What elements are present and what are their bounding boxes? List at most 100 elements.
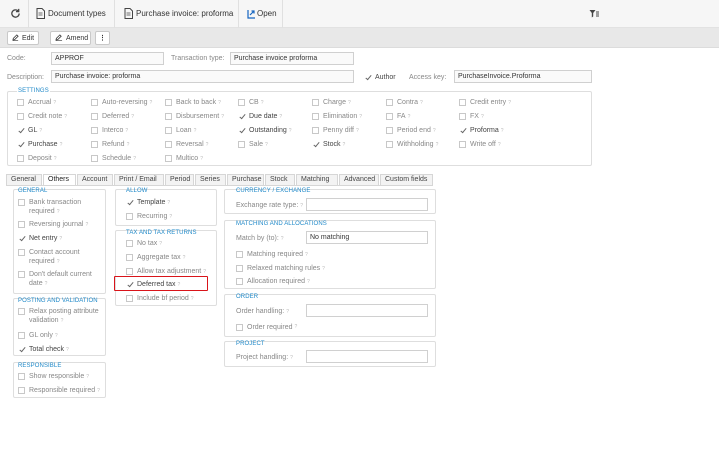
help-icon[interactable]: ?: [127, 142, 130, 148]
help-icon[interactable]: ?: [481, 114, 484, 120]
bank-transaction-required-checkbox[interactable]: Bank transaction required?: [18, 198, 104, 217]
help-icon[interactable]: ?: [150, 100, 153, 106]
match-by-select[interactable]: No matching: [306, 231, 428, 244]
gl-checkbox[interactable]: GL?: [17, 126, 42, 136]
cb-checkbox[interactable]: CB?: [238, 98, 264, 108]
responsible-required-checkbox[interactable]: Responsible required?: [18, 386, 104, 396]
schedule-checkbox[interactable]: Schedule?: [91, 154, 136, 164]
breadcrumb-document-types[interactable]: Document types: [48, 9, 106, 18]
help-icon[interactable]: ?: [59, 236, 62, 242]
help-icon[interactable]: ?: [408, 114, 411, 120]
contra-checkbox[interactable]: Contra?: [386, 98, 423, 108]
matching-required-checkbox[interactable]: Matching required?: [236, 250, 308, 260]
help-icon[interactable]: ?: [167, 200, 170, 206]
template-checkbox[interactable]: Template?: [126, 198, 170, 208]
help-icon[interactable]: ?: [221, 114, 224, 120]
help-icon[interactable]: ?: [57, 259, 60, 265]
disbursement-checkbox[interactable]: Disbursement?: [165, 112, 224, 122]
help-icon[interactable]: ?: [420, 100, 423, 106]
help-icon[interactable]: ?: [261, 100, 264, 106]
help-icon[interactable]: ?: [433, 128, 436, 134]
auto-reversing-checkbox[interactable]: Auto-reversing?: [91, 98, 152, 108]
more-options-button[interactable]: ⋮: [95, 31, 110, 45]
help-icon[interactable]: ?: [322, 266, 325, 272]
tab-series[interactable]: Series: [195, 174, 226, 185]
deferred-checkbox[interactable]: Deferred?: [91, 112, 134, 122]
help-icon[interactable]: ?: [307, 279, 310, 285]
help-icon[interactable]: ?: [289, 128, 292, 134]
total-check-checkbox[interactable]: Total check?: [18, 345, 104, 355]
help-icon[interactable]: ?: [53, 100, 56, 106]
show-responsible-checkbox[interactable]: Show responsible?: [18, 372, 104, 382]
deferred-tax-checkbox[interactable]: Deferred tax?: [126, 280, 180, 290]
breadcrumb-purchase-invoice[interactable]: Purchase invoice: proforma: [136, 9, 233, 18]
order-handling-field[interactable]: [306, 304, 428, 317]
don-t-default-current-date-checkbox[interactable]: Don't default current date?: [18, 270, 104, 289]
amend-button[interactable]: Amend: [50, 31, 91, 45]
outstanding-checkbox[interactable]: Outstanding?: [238, 126, 292, 136]
period-end-checkbox[interactable]: Period end?: [386, 126, 436, 136]
breadcrumb-open[interactable]: Open: [257, 9, 277, 18]
tab-stock[interactable]: Stock: [265, 174, 295, 185]
help-icon[interactable]: ?: [183, 255, 186, 261]
fa-checkbox[interactable]: FA?: [386, 112, 410, 122]
help-icon[interactable]: ?: [218, 100, 221, 106]
tab-matching[interactable]: Matching: [296, 174, 338, 185]
reversing-journal-checkbox[interactable]: Reversing journal?: [18, 220, 104, 230]
help-icon[interactable]: ?: [159, 241, 162, 247]
credit-note-checkbox[interactable]: Credit note?: [17, 112, 67, 122]
tab-print-email[interactable]: Print / Email: [114, 174, 164, 185]
help-icon[interactable]: ?: [45, 281, 48, 287]
credit-entry-checkbox[interactable]: Credit entry?: [459, 98, 511, 108]
help-icon[interactable]: ?: [305, 252, 308, 258]
allocation-required-checkbox[interactable]: Allocation required?: [236, 277, 310, 287]
help-icon[interactable]: ?: [343, 142, 346, 148]
help-icon[interactable]: ?: [97, 388, 100, 394]
help-icon[interactable]: ?: [60, 142, 63, 148]
help-icon[interactable]: ?: [55, 333, 58, 339]
order-required-checkbox[interactable]: Order required?: [236, 323, 297, 332]
accrual-checkbox[interactable]: Accrual?: [17, 98, 56, 108]
help-icon[interactable]: ?: [61, 318, 64, 324]
tab-purchase[interactable]: Purchase: [227, 174, 264, 185]
tab-custom-fields[interactable]: Custom fields: [380, 174, 433, 185]
loan-checkbox[interactable]: Loan?: [165, 126, 196, 136]
help-icon[interactable]: ?: [66, 347, 69, 353]
help-icon[interactable]: ?: [203, 269, 206, 275]
tab-period[interactable]: Period: [165, 174, 194, 185]
help-icon[interactable]: ?: [169, 214, 172, 220]
multico-checkbox[interactable]: Multico?: [165, 154, 203, 164]
net-entry-checkbox[interactable]: Net entry?: [18, 234, 104, 244]
penny-diff-checkbox[interactable]: Penny diff?: [312, 126, 359, 136]
description-field[interactable]: Purchase invoice: proforma: [51, 70, 354, 83]
aggregate-tax-checkbox[interactable]: Aggregate tax?: [126, 253, 185, 263]
tab-others[interactable]: Others: [43, 174, 76, 185]
withholding-checkbox[interactable]: Withholding?: [386, 140, 438, 150]
edit-button[interactable]: Edit: [7, 31, 39, 45]
help-icon[interactable]: ?: [348, 100, 351, 106]
help-icon[interactable]: ?: [86, 374, 89, 380]
filter-icon[interactable]: [589, 9, 599, 21]
contact-account-required-checkbox[interactable]: Contact account required?: [18, 248, 104, 267]
help-icon[interactable]: ?: [64, 114, 67, 120]
help-icon[interactable]: ?: [359, 114, 362, 120]
help-icon[interactable]: ?: [265, 142, 268, 148]
help-icon[interactable]: ?: [54, 156, 57, 162]
help-icon[interactable]: ?: [356, 128, 359, 134]
help-icon[interactable]: ?: [178, 282, 181, 288]
transaction-type-field[interactable]: Purchase invoice proforma: [230, 52, 354, 65]
help-icon[interactable]: ?: [200, 156, 203, 162]
help-icon[interactable]: ?: [206, 142, 209, 148]
sale-checkbox[interactable]: Sale?: [238, 140, 268, 150]
due-date-checkbox[interactable]: Due date?: [238, 112, 282, 122]
help-icon[interactable]: ?: [501, 128, 504, 134]
help-icon[interactable]: ?: [85, 222, 88, 228]
tab-account[interactable]: Account: [77, 174, 113, 185]
back-to-back-checkbox[interactable]: Back to back?: [165, 98, 221, 108]
help-icon[interactable]: ?: [39, 128, 42, 134]
purchase-checkbox[interactable]: Purchase?: [17, 140, 62, 150]
exchange-rate-field[interactable]: [306, 198, 428, 211]
access-key-field[interactable]: PurchaseInvoice.Proforma: [454, 70, 592, 83]
no-tax-checkbox[interactable]: No tax?: [126, 239, 162, 249]
help-icon[interactable]: ?: [508, 100, 511, 106]
